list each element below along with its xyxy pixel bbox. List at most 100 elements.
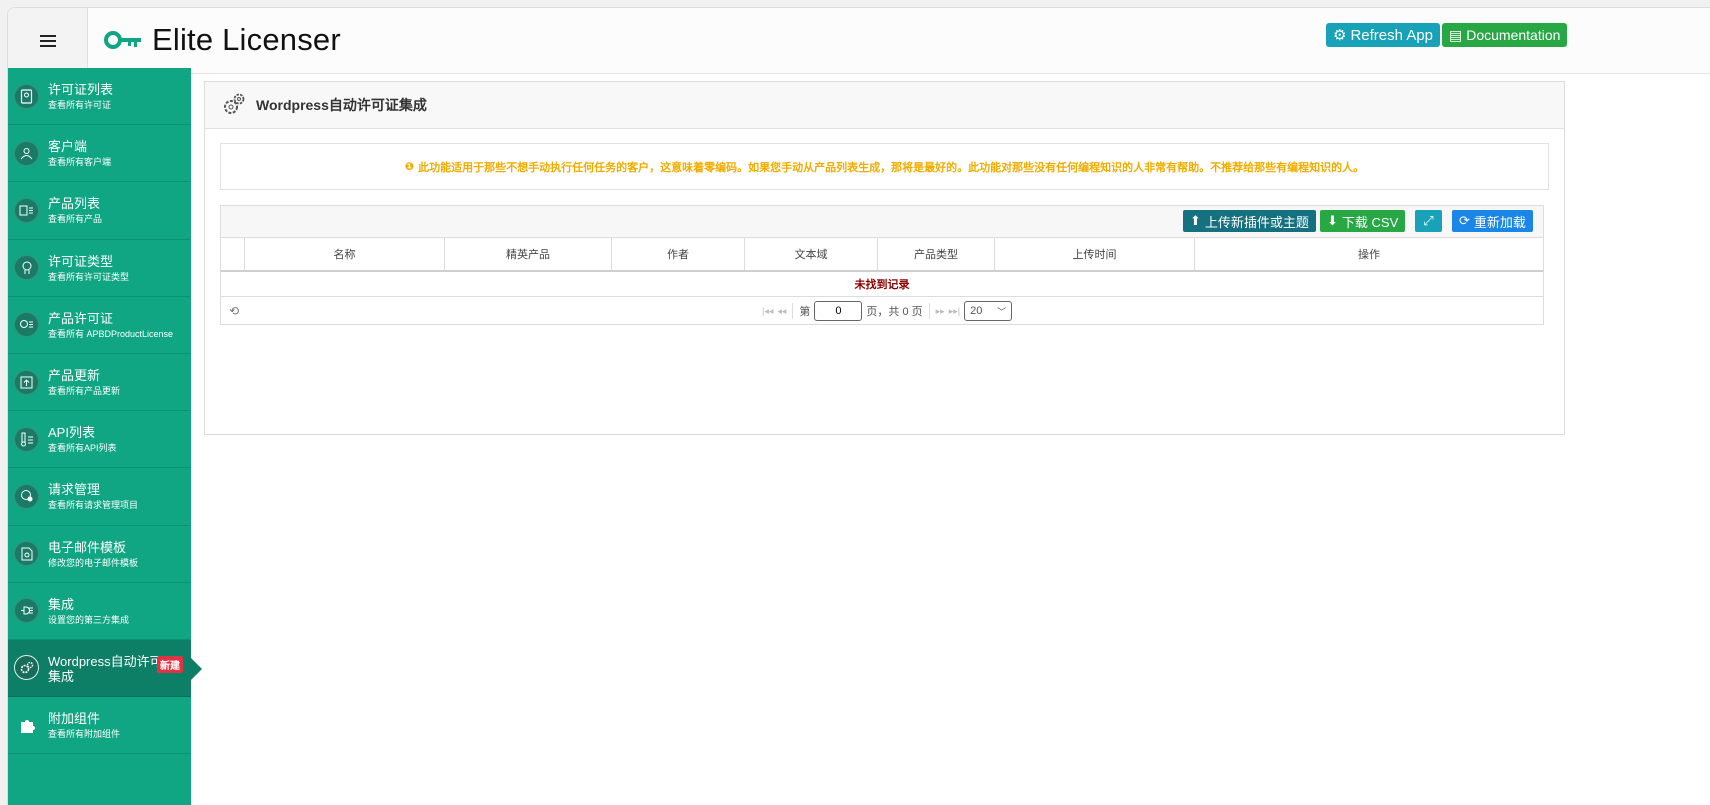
app-frame: Elite Licenser ⚙ Refresh App ▤ Documenta…: [7, 7, 1710, 805]
wordpress-integration-panel: Wordpress自动许可证集成 ❶ 此功能适用于那些不想手动执行任何任务的客户…: [204, 81, 1565, 435]
info-notice: ❶ 此功能适用于那些不想手动执行任何任务的客户，这意味着零编码。如果您手动从产品…: [220, 143, 1549, 190]
hamburger-icon: [39, 35, 56, 47]
gears-icon: [14, 655, 39, 681]
puzzle-icon: [14, 713, 39, 738]
sidebar-item-sub: 查看所有 APBDProductLicense: [48, 328, 174, 339]
grid-pager: ⟲ |◂◂ ◂◂ 第 页，共 0 页 ▸▸ ▸▸| 20 ﹀: [221, 297, 1543, 325]
sidebar-item-sub: 设置您的第三方集成: [48, 614, 130, 625]
sidebar-item-integrations[interactable]: 集成设置您的第三方集成: [8, 583, 191, 640]
gears-icon: [224, 93, 245, 114]
documentation-button[interactable]: ▤ Documentation: [1442, 23, 1568, 47]
sidebar-item-product-licenses[interactable]: 产品许可证查看所有 APBDProductLicense: [8, 297, 191, 354]
column-header[interactable]: 精英产品: [445, 238, 612, 270]
sidebar-item-label: 附加组件: [48, 711, 101, 727]
last-page-icon[interactable]: ▸▸|: [949, 306, 960, 317]
sidebar-item-addons[interactable]: 附加组件查看所有附加组件: [8, 697, 191, 755]
active-indicator: [191, 657, 202, 680]
download-csv-button[interactable]: ⬇ 下载 CSV: [1320, 210, 1406, 232]
data-grid: 名称 精英产品 作者 文本域 产品类型 上传时间 操作 未找到记录 ⟲ |◂◂ …: [220, 237, 1544, 325]
panel-header: Wordpress自动许可证集成: [205, 82, 1564, 129]
reload-label: 重新加载: [1473, 214, 1526, 230]
sidebar-item-label: 集成: [48, 596, 75, 612]
gear-icon: ⚙: [1333, 27, 1347, 44]
refresh-icon: ⟳: [1459, 213, 1470, 228]
api-icon: [14, 426, 39, 452]
document-icon: ▤: [1449, 26, 1463, 43]
sidebar-item-label: 产品更新: [48, 367, 101, 383]
sidebar-item-wordpress-integration[interactable]: Wordpress自动许可 集成 新建: [8, 639, 202, 698]
sidebar-item-sub: 修改您的电子邮件模板: [48, 557, 139, 568]
pager-refresh-icon[interactable]: ⟲: [229, 304, 239, 318]
key-logo-icon: [104, 31, 141, 49]
upload-label: 上传新插件或主题: [1204, 214, 1309, 230]
expand-icon: ⤢: [1423, 213, 1434, 228]
sidebar-item-product-updates[interactable]: 产品更新 查看所有产品更新: [8, 354, 191, 412]
first-page-icon[interactable]: |◂◂: [762, 306, 773, 317]
sidebar-item-api-list[interactable]: API列表查看所有API列表: [8, 411, 191, 469]
email-icon: [14, 541, 39, 567]
grid-header: 名称 精英产品 作者 文本域 产品类型 上传时间 操作: [221, 238, 1543, 272]
page-title: Wordpress自动许可证集成: [256, 97, 427, 113]
column-header[interactable]: 产品类型: [878, 238, 995, 270]
notice-text: 此功能适用于那些不想手动执行任何任务的客户，这意味着零编码。如果您手动从产品列表…: [418, 161, 1365, 174]
sidebar-item-sub: 查看所有许可证: [48, 100, 112, 110]
new-badge: 新建: [157, 655, 183, 673]
csv-label: 下载 CSV: [1341, 214, 1399, 230]
clients-icon: [14, 140, 39, 166]
upload-plugin-button[interactable]: ⬆ 上传新插件或主题: [1183, 210, 1316, 232]
page-size-select[interactable]: 20 ﹀: [964, 301, 1013, 321]
sidebar-item-label: 请求管理: [48, 482, 101, 498]
info-icon: ❶: [404, 161, 415, 173]
pager-separator: [928, 303, 930, 319]
sidebar: 许可证列表查看所有许可证 客户端 查看所有客户端 产品列表查看所有产品 许可证类型…: [8, 68, 202, 805]
app-title: Elite Licenser: [152, 22, 341, 57]
sidebar-item-sub: 查看所有请求管理项目: [48, 500, 139, 511]
page-number-input[interactable]: [814, 301, 863, 321]
request-icon: [14, 483, 39, 509]
sidebar-item-products[interactable]: 产品列表查看所有产品: [8, 182, 191, 240]
reload-button[interactable]: ⟳ 重新加载: [1452, 210, 1533, 232]
sidebar-item-clients[interactable]: 客户端 查看所有客户端: [8, 125, 191, 183]
sidebar-item-licenses[interactable]: 许可证列表查看所有许可证: [8, 68, 191, 126]
sidebar-item-label: API列表: [48, 425, 95, 441]
row-number-header: [221, 238, 245, 270]
sidebar-item-requests[interactable]: 请求管理查看所有请求管理项目: [8, 468, 191, 526]
column-header[interactable]: 文本域: [745, 238, 878, 270]
sidebar-item-sub: 查看所有客户端: [48, 157, 112, 168]
chevron-down-icon: ﹀: [997, 306, 1007, 317]
sidebar-item-label: 产品列表: [48, 196, 101, 212]
column-header[interactable]: 作者: [612, 238, 745, 270]
plug-icon: [14, 598, 39, 624]
sidebar-item-sub: 查看所有附加组件: [48, 729, 121, 740]
sidebar-item-label: 许可证列表: [48, 82, 114, 97]
column-header[interactable]: 上传时间: [995, 238, 1195, 270]
license-icon: [14, 83, 39, 109]
prev-page-icon[interactable]: ◂◂: [777, 306, 786, 317]
product-update-icon: [14, 369, 39, 395]
sidebar-item-license-types[interactable]: 许可证类型查看所有许可证类型: [8, 240, 191, 297]
column-header[interactable]: 名称: [245, 238, 445, 270]
sidebar-item-email-templates[interactable]: 电子邮件模板修改您的电子邮件模板: [8, 526, 191, 583]
page-prefix: 第: [799, 306, 811, 318]
download-icon: ⬇: [1327, 213, 1338, 228]
license-type-icon: [14, 255, 39, 281]
menu-toggle-button[interactable]: [8, 8, 88, 74]
fullscreen-button[interactable]: ⤢: [1415, 210, 1442, 232]
refresh-app-label: Refresh App: [1350, 26, 1434, 44]
sidebar-item-sub: 查看所有产品: [48, 214, 103, 225]
sidebar-item-label: 许可证类型: [48, 253, 114, 269]
column-header[interactable]: 操作: [1195, 238, 1543, 270]
next-page-icon[interactable]: ▸▸: [936, 306, 945, 317]
products-icon: [14, 197, 39, 223]
sidebar-item-label: 产品许可证: [48, 310, 114, 326]
refresh-app-button[interactable]: ⚙ Refresh App: [1326, 23, 1441, 47]
page-size-value: 20: [970, 305, 983, 317]
sidebar-item-label: Wordpress自动许可: [48, 653, 163, 669]
sidebar-item-sub: 查看所有API列表: [48, 443, 117, 454]
sidebar-item-sub: 查看所有许可证类型: [48, 271, 130, 282]
top-header: Elite Licenser ⚙ Refresh App ▤ Documenta…: [8, 8, 1710, 74]
brand: Elite Licenser: [104, 20, 341, 60]
sidebar-item-label: 电子邮件模板: [48, 539, 127, 555]
documentation-label: Documentation: [1466, 27, 1561, 43]
grid-toolbar: ⬆ 上传新插件或主题 ⬇ 下载 CSV ⤢ ⟳ 重新加载: [220, 205, 1544, 237]
